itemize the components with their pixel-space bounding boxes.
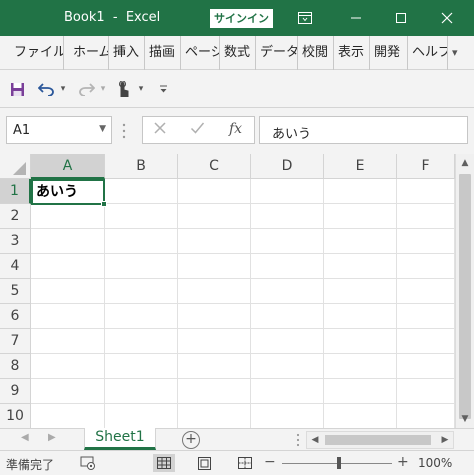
accessibility-icon[interactable]	[79, 454, 97, 472]
name-box-dropdown-icon[interactable]: ▼	[99, 124, 106, 134]
sign-in-button[interactable]: サインイン	[210, 9, 273, 28]
touch-mode-icon[interactable]	[113, 79, 133, 99]
column-header-c[interactable]: C	[178, 154, 251, 179]
row-header-1[interactable]: 1	[0, 179, 31, 204]
tab-file[interactable]: ファイル	[0, 36, 64, 70]
undo-icon[interactable]	[36, 79, 56, 99]
row-header-2[interactable]: 2	[0, 204, 31, 229]
column-header-a[interactable]: A	[31, 154, 105, 179]
ribbon-display-options-icon[interactable]	[291, 4, 319, 32]
column-header-f[interactable]: F	[397, 154, 455, 179]
insert-function-icon[interactable]: fx	[229, 121, 242, 137]
row-header-8[interactable]: 8	[0, 354, 31, 379]
row-header-7[interactable]: 7	[0, 329, 31, 354]
title-bar: Book1 - Excel サインイン	[0, 0, 474, 36]
row-gridline	[31, 278, 455, 279]
status-ready: 準備完了	[6, 458, 55, 472]
row-header-5[interactable]: 5	[0, 279, 31, 304]
column-gridline	[323, 179, 324, 428]
name-box-value: A1	[13, 123, 31, 138]
row-gridline	[31, 403, 455, 404]
tab-draw[interactable]: 描画	[145, 36, 181, 70]
vertical-scroll-thumb[interactable]	[459, 174, 471, 419]
touch-mode-dropdown-icon[interactable]: ▾	[136, 79, 146, 99]
resize-handle-icon[interactable]	[121, 122, 127, 140]
more-tabs-icon[interactable]: ▾	[452, 46, 458, 59]
tab-home[interactable]: ホーム	[64, 36, 109, 70]
tab-formulas[interactable]: 数式	[220, 36, 256, 70]
quick-access-toolbar: ▾ ▾ ▾	[0, 70, 474, 108]
page-break-preview-icon[interactable]	[234, 454, 256, 472]
cell-a1[interactable]: あいう	[31, 179, 107, 207]
row-gridline	[31, 378, 455, 379]
column-header-b[interactable]: B	[105, 154, 178, 179]
save-icon[interactable]	[7, 79, 27, 99]
formula-buttons: fx	[142, 116, 255, 144]
tab-developer[interactable]: 開発	[370, 36, 408, 70]
scroll-right-icon[interactable]: ▶	[437, 432, 453, 448]
row-header-4[interactable]: 4	[0, 254, 31, 279]
spreadsheet-grid[interactable]: ABCDEF 1 2 3 4 5 6 7 8 9 10 あいう	[0, 154, 474, 429]
tab-page-layout[interactable]: ページ	[181, 36, 220, 70]
zoom-out-button[interactable]: −	[264, 454, 276, 470]
tab-review[interactable]: 校閲	[298, 36, 334, 70]
horizontal-scroll-thumb[interactable]	[325, 435, 431, 445]
ribbon-tabs: ファイル ホーム 挿入 描画 ページ 数式 データ 校閲 表示 開発 ヘルプ ▾	[0, 36, 474, 70]
column-gridline	[177, 179, 178, 428]
tab-view[interactable]: 表示	[334, 36, 370, 70]
column-gridline	[104, 179, 105, 428]
scroll-left-icon[interactable]: ◀	[307, 432, 323, 448]
add-sheet-button[interactable]: +	[182, 431, 200, 449]
zoom-level[interactable]: 100%	[418, 456, 452, 470]
zoom-slider-thumb[interactable]	[337, 457, 341, 469]
fill-handle[interactable]	[101, 201, 107, 207]
row-gridline	[31, 253, 455, 254]
scroll-down-icon[interactable]: ▼	[456, 410, 474, 428]
row-gridline	[31, 328, 455, 329]
row-header-6[interactable]: 6	[0, 304, 31, 329]
row-gridline	[31, 228, 455, 229]
redo-icon[interactable]	[76, 79, 96, 99]
maximize-icon[interactable]	[387, 4, 415, 32]
customize-icon[interactable]	[157, 79, 169, 99]
row-gridline	[31, 303, 455, 304]
status-bar: 準備完了 − + 100%	[0, 450, 474, 475]
tab-split-handle-icon[interactable]	[296, 433, 300, 447]
name-box[interactable]: A1 ▼	[6, 116, 112, 144]
close-icon[interactable]	[433, 4, 461, 32]
column-header-e[interactable]: E	[324, 154, 397, 179]
tab-data[interactable]: データ	[256, 36, 298, 70]
formula-bar-area: A1 ▼ fx あいう	[0, 108, 474, 154]
column-gridline	[396, 179, 397, 428]
tab-help[interactable]: ヘルプ	[408, 36, 448, 70]
enter-icon[interactable]	[190, 121, 205, 138]
select-all-button[interactable]	[0, 154, 31, 179]
cancel-icon[interactable]	[153, 121, 167, 138]
row-header-3[interactable]: 3	[0, 229, 31, 254]
tab-insert[interactable]: 挿入	[109, 36, 145, 70]
column-gridline	[250, 179, 251, 428]
sheet-tab-sheet1[interactable]: Sheet1	[84, 428, 156, 450]
prev-sheet-icon[interactable]: ◀	[21, 432, 29, 443]
vertical-scrollbar[interactable]: ▲ ▼	[455, 154, 474, 428]
row-gridline	[31, 353, 455, 354]
normal-view-icon[interactable]	[153, 454, 175, 472]
sheet-tab-bar: ◀ ▶ Sheet1 + ◀ ▶	[0, 428, 474, 450]
row-header-9[interactable]: 9	[0, 379, 31, 404]
cell-a1-value: あいう	[36, 184, 78, 200]
formula-input[interactable]: あいう	[259, 116, 468, 144]
next-sheet-icon[interactable]: ▶	[48, 432, 56, 443]
horizontal-scrollbar[interactable]: ◀ ▶	[306, 431, 454, 449]
redo-dropdown-icon[interactable]: ▾	[98, 79, 108, 99]
column-header-d[interactable]: D	[251, 154, 324, 179]
zoom-in-button[interactable]: +	[397, 454, 409, 470]
page-layout-view-icon[interactable]	[193, 454, 215, 472]
row-header-10[interactable]: 10	[0, 404, 31, 429]
formula-content: あいう	[272, 127, 312, 142]
scroll-up-icon[interactable]: ▲	[456, 154, 474, 172]
minimize-icon[interactable]	[342, 4, 370, 32]
undo-dropdown-icon[interactable]: ▾	[58, 79, 68, 99]
window-title: Book1 - Excel	[64, 10, 161, 25]
